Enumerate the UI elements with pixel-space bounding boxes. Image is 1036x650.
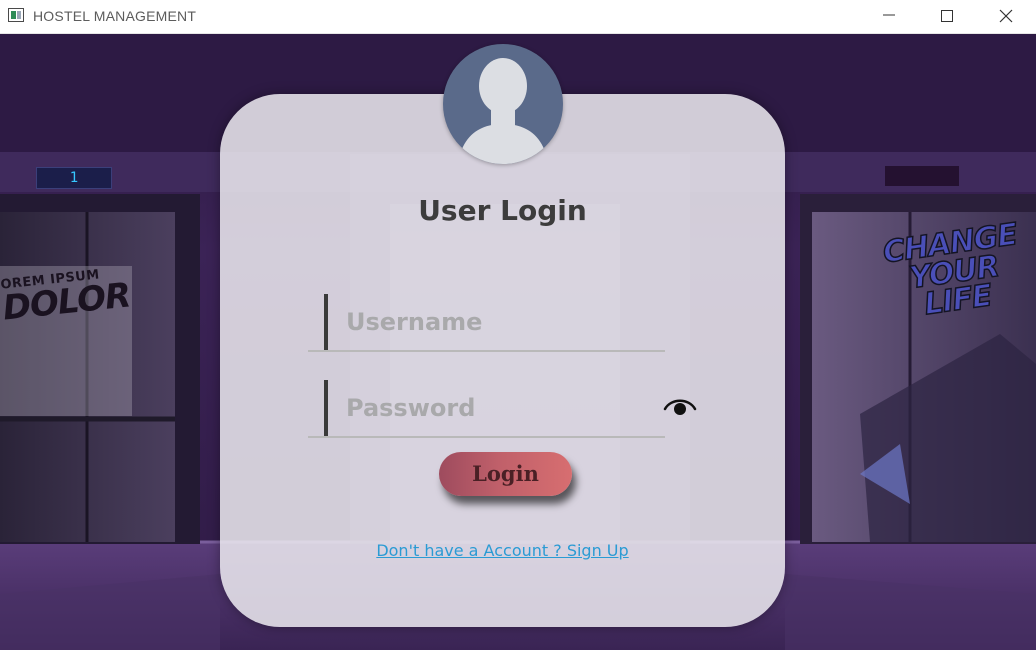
elevator-floor-indicator: 1 <box>36 167 112 189</box>
maximize-button[interactable] <box>918 0 976 33</box>
minimize-icon <box>883 14 895 16</box>
login-button[interactable]: Login <box>439 452 572 496</box>
show-password-toggle[interactable] <box>662 394 698 420</box>
text-cursor <box>324 294 328 350</box>
minimize-button[interactable] <box>860 0 918 33</box>
password-field <box>308 380 665 438</box>
close-icon <box>999 9 1013 23</box>
text-cursor <box>324 380 328 436</box>
password-input[interactable] <box>344 390 648 426</box>
window-title-bar: HOSTEL MANAGEMENT <box>0 0 1036 34</box>
signup-link[interactable]: Don't have a Account ? Sign Up <box>220 541 785 560</box>
app-window-icon <box>8 8 24 22</box>
window-title: HOSTEL MANAGEMENT <box>33 8 197 24</box>
elevator-floor-indicator-right <box>885 166 959 186</box>
username-field <box>308 294 665 352</box>
username-input[interactable] <box>344 304 648 340</box>
user-avatar-icon <box>443 44 563 164</box>
eye-icon <box>663 399 697 415</box>
maximize-icon <box>941 10 953 22</box>
close-button[interactable] <box>977 0 1035 33</box>
login-title: User Login <box>418 194 587 227</box>
